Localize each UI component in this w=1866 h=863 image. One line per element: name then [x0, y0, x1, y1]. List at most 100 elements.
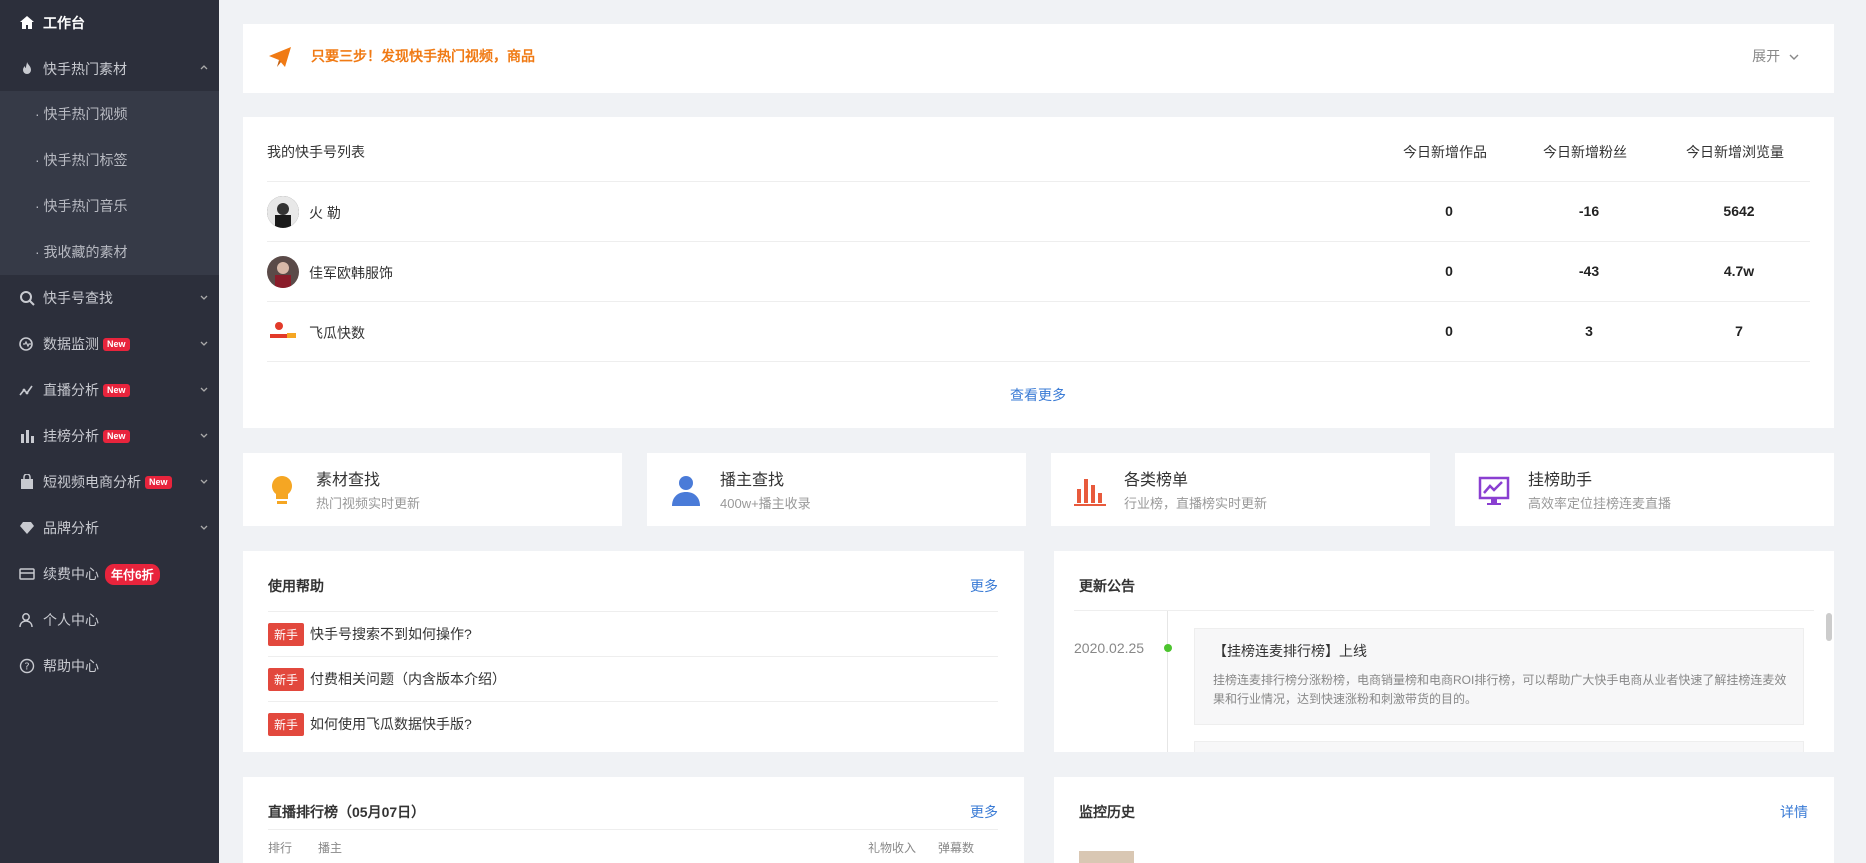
sidebar-sub-hot-tag[interactable]: · 快手热门标签: [0, 137, 219, 183]
help-item-text: 快手号搜索不到如何操作?: [310, 626, 472, 642]
announcement-item[interactable]: 【挂榜连麦排行榜】上线 挂榜连麦排行榜分涨粉榜，电商销量榜和电商ROI排行榜，可…: [1194, 628, 1804, 725]
sidebar-item-data-monitor[interactable]: 数据监测 New: [0, 321, 219, 367]
timeline-line: [1167, 611, 1168, 752]
feature-card-streamer[interactable]: 播主查找 400w+播主收录: [647, 453, 1026, 526]
tip-text: 只要三步！发现快手热门视频，商品: [311, 48, 535, 64]
works-count: 0: [1445, 203, 1453, 219]
sidebar-item-brand-analysis[interactable]: 品牌分析: [0, 505, 219, 551]
timeline-dot: [1164, 644, 1172, 652]
help-more-link[interactable]: 更多: [970, 576, 998, 596]
sidebar-item-ecommerce-analysis[interactable]: 短视频电商分析 New: [0, 459, 219, 505]
novice-tag: 新手: [268, 712, 305, 736]
account-table-title: 我的快手号列表: [267, 144, 365, 160]
feature-card-material[interactable]: 素材查找 热门视频实时更新: [243, 453, 622, 526]
table-row[interactable]: 飞瓜快数 0 3 7: [267, 301, 1810, 361]
sidebar-item-personal[interactable]: 个人中心: [0, 597, 219, 643]
sidebar: 工作台 快手热门素材 · 快手热门视频 · 快手热门标签 · 快手热门音乐 · …: [0, 0, 219, 863]
live-rank-more-link[interactable]: 更多: [970, 802, 998, 822]
page-scrollbar-track[interactable]: [1856, 0, 1866, 863]
sidebar-item-label: 品牌分析: [43, 520, 99, 536]
sidebar-item-label: 工作台: [43, 15, 85, 31]
ranking-icon: [1074, 479, 1106, 506]
announcement-date: 2020.02.25: [1074, 640, 1145, 656]
sidebar-sub-label: · 快手热门标签: [35, 152, 128, 168]
help-item-text: 如何使用飞瓜数据快手版?: [310, 716, 472, 732]
live-rank-title: 直播排行榜（05月07日）: [268, 804, 426, 820]
announcement-desc: 挂榜连麦排行榜分涨粉榜，电商销量榜和电商ROI排行榜，可以帮助广大快手电商从业者…: [1213, 673, 1787, 706]
sidebar-item-label: 数据监测: [43, 336, 99, 352]
column-header: 今日新增作品: [1403, 144, 1487, 160]
line-chart-icon: [19, 382, 35, 398]
monitor-detail-link[interactable]: 详情: [1780, 802, 1808, 822]
sidebar-sub-hot-video[interactable]: · 快手热门视频: [0, 91, 219, 137]
help-item[interactable]: 新手 付费相关问题（内含版本介绍）: [268, 656, 998, 701]
sidebar-item-renewal[interactable]: 续费中心 年付6折: [0, 551, 219, 597]
announcement-headline: 【挂榜连麦排行榜】上线: [1213, 643, 1367, 659]
home-icon: [19, 15, 35, 31]
sidebar-sub-favorites[interactable]: · 我收藏的素材: [0, 229, 219, 275]
help-item-text: 付费相关问题（内含版本介绍）: [310, 671, 507, 687]
trend-icon: [1478, 476, 1510, 505]
feature-card-rank-assistant[interactable]: 挂榜助手 高效率定位挂榜连麦直播: [1455, 453, 1834, 526]
table-row[interactable]: 佳军欧韩服饰 0 -43 4.7w: [267, 241, 1810, 301]
sidebar-item-label: 短视频电商分析: [43, 474, 141, 490]
live-rank-panel: 直播排行榜（05月07日） 更多 排行 播主 礼物收入 弹幕数: [243, 777, 1024, 863]
sidebar-item-live-analysis[interactable]: 直播分析 New: [0, 367, 219, 413]
chevron-down-icon: [200, 341, 208, 346]
sidebar-item-workbench[interactable]: 工作台: [0, 0, 219, 46]
view-more-link[interactable]: 查看更多: [1010, 385, 1066, 405]
help-item[interactable]: 新手 如何使用飞瓜数据快手版?: [268, 701, 998, 746]
card-icon: [19, 566, 35, 582]
sidebar-sub-hot-music[interactable]: · 快手热门音乐: [0, 183, 219, 229]
feature-card-rankings[interactable]: 各类榜单 行业榜，直播榜实时更新: [1051, 453, 1430, 526]
bulb-icon: [272, 476, 292, 504]
account-name: 飞瓜快数: [309, 325, 365, 341]
column-header: 今日新增浏览量: [1686, 144, 1784, 160]
expand-label: 展开: [1752, 48, 1781, 64]
table-row[interactable]: 火 勒 0 -16 5642: [267, 181, 1810, 241]
scrollbar-thumb[interactable]: [1826, 613, 1832, 641]
bar-chart-icon: [19, 428, 35, 444]
column-header: 排行: [268, 841, 293, 855]
feature-subtitle: 热门视频实时更新: [316, 496, 421, 511]
help-item[interactable]: 新手 快手号搜索不到如何操作?: [268, 611, 998, 656]
user-icon: [19, 612, 35, 628]
novice-tag: 新手: [268, 622, 305, 646]
monitor-panel: 监控历史 详情: [1054, 777, 1834, 863]
column-header: 礼物收入: [868, 841, 917, 855]
sidebar-sub-label: · 快手热门音乐: [35, 198, 128, 214]
shopping-bag-icon: [19, 474, 35, 490]
chevron-up-icon: [200, 65, 208, 70]
expand-toggle[interactable]: 展开: [1752, 46, 1800, 66]
chevron-down-icon: [200, 387, 208, 392]
new-badge: New: [103, 337, 130, 351]
views-count: 5642: [1723, 203, 1755, 219]
sidebar-item-hot-material[interactable]: 快手热门素材: [0, 46, 219, 92]
feature-title: 素材查找: [316, 472, 381, 489]
person-icon: [672, 476, 700, 506]
sidebar-item-help[interactable]: ? 帮助中心: [0, 643, 219, 689]
avatar: [267, 316, 299, 348]
account-name: 佳军欧韩服饰: [309, 265, 393, 281]
views-count: 4.7w: [1723, 263, 1755, 279]
help-panel: 使用帮助 更多 新手 快手号搜索不到如何操作? 新手 付费相关问题（内含版本介绍…: [243, 551, 1024, 752]
feature-title: 挂榜助手: [1528, 472, 1593, 489]
announcement-panel: 更新公告 2020.02.25 【挂榜连麦排行榜】上线 挂榜连麦排行榜分涨粉榜，…: [1054, 551, 1834, 752]
announcement-title: 更新公告: [1079, 578, 1135, 594]
feature-subtitle: 高效率定位挂榜连麦直播: [1528, 496, 1672, 511]
divider: [268, 829, 998, 830]
sidebar-item-label: 帮助中心: [43, 658, 99, 674]
monitor-icon: [19, 336, 35, 352]
new-badge: New: [145, 475, 172, 489]
sidebar-item-rank-analysis[interactable]: 挂榜分析 New: [0, 413, 219, 459]
fans-count: -16: [1578, 203, 1600, 219]
sidebar-item-label: 快手热门素材: [43, 61, 127, 77]
sidebar-item-account-search[interactable]: 快手号查找: [0, 275, 219, 321]
search-icon: [19, 290, 35, 306]
chevron-down-icon: [200, 525, 208, 530]
announcement-item-next[interactable]: [1194, 741, 1804, 752]
fans-count: -43: [1578, 263, 1600, 279]
views-count: 7: [1735, 323, 1743, 339]
divider: [267, 361, 1810, 362]
svg-text:?: ?: [24, 662, 29, 673]
